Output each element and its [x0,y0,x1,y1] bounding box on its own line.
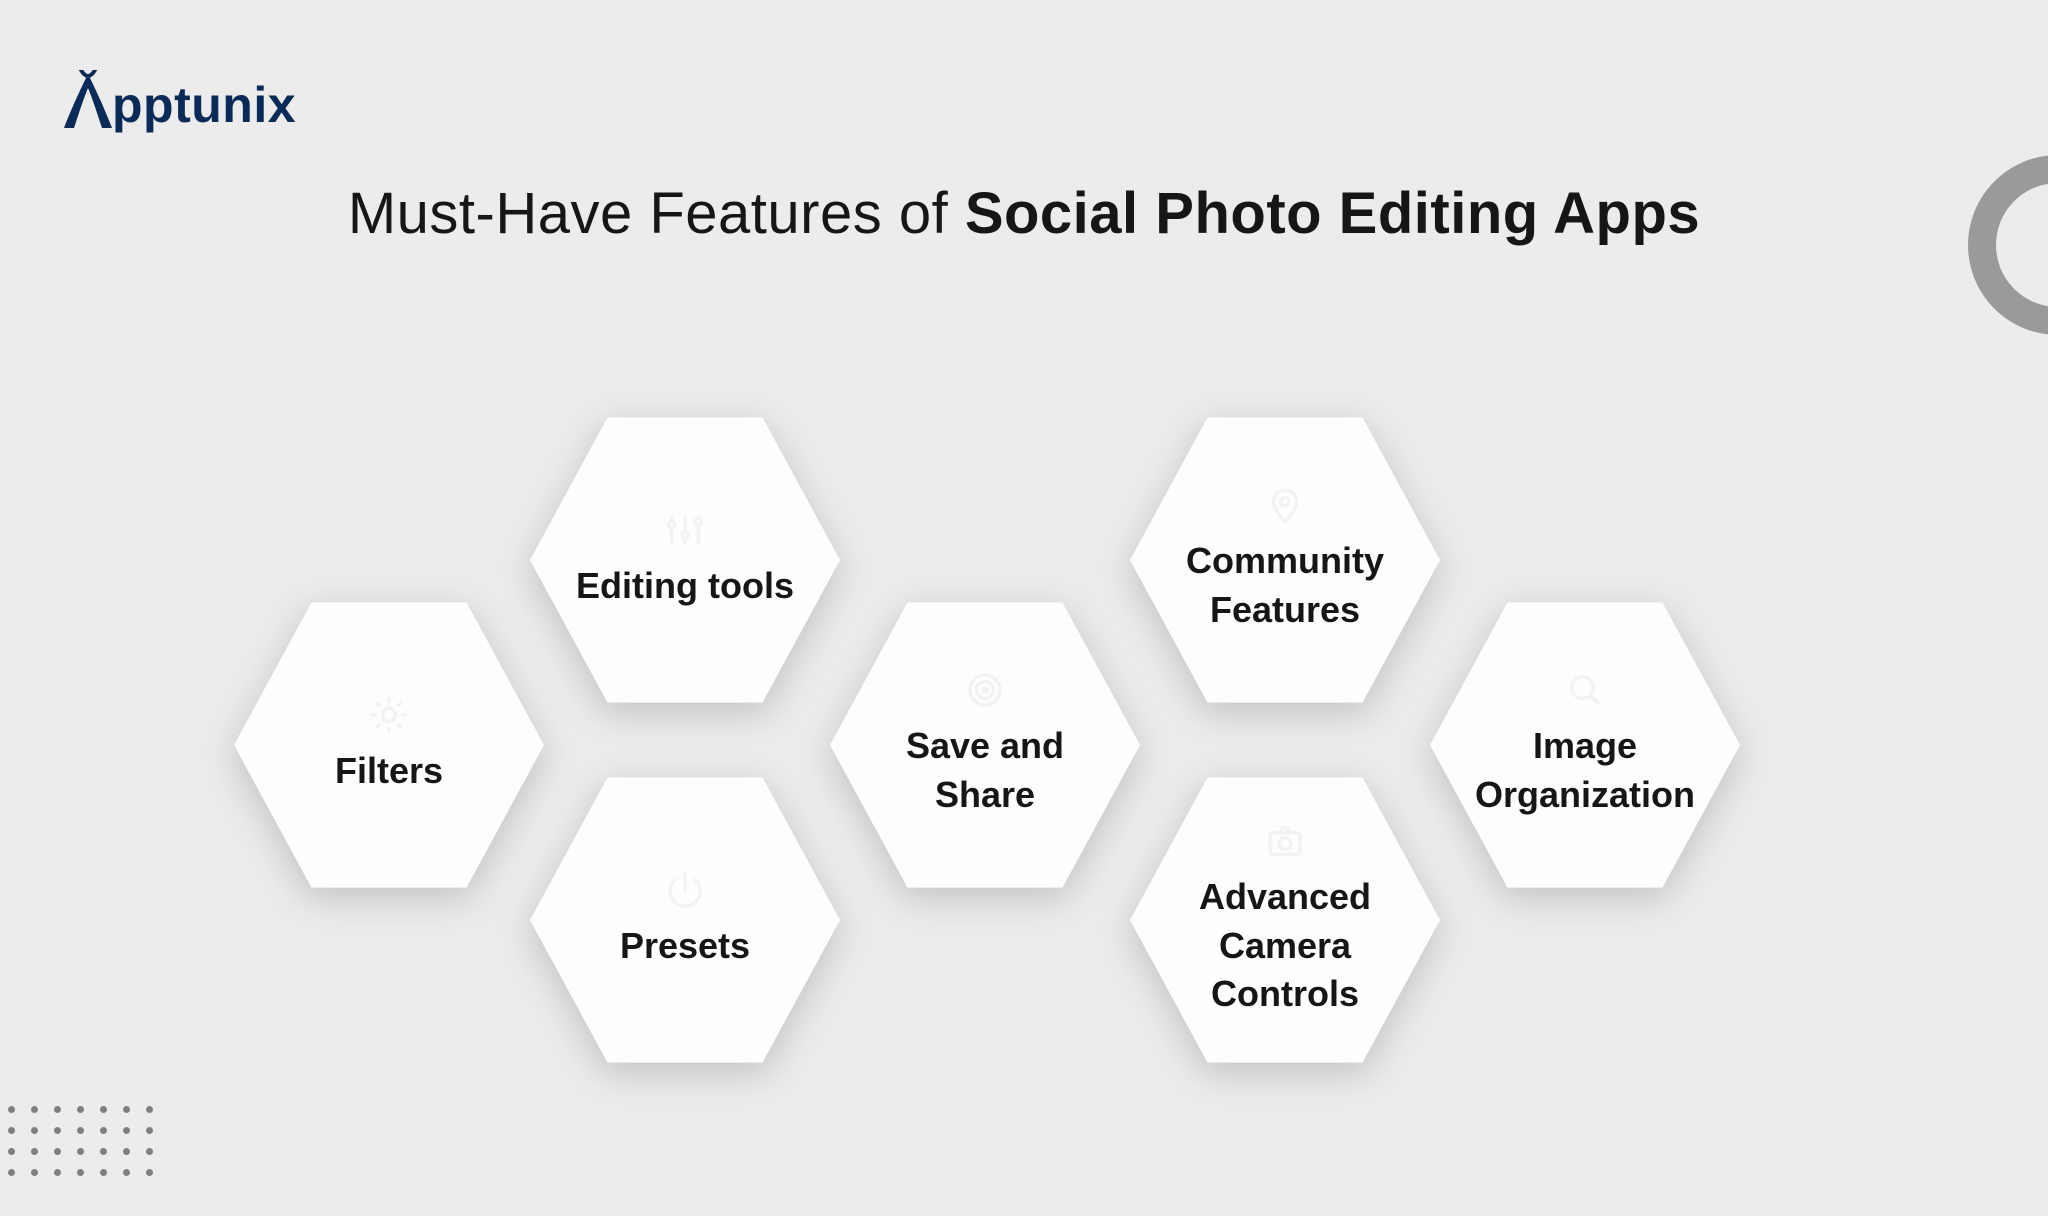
feature-label: Save and Share [864,722,1106,819]
feature-hex-filters: Filters [234,590,544,900]
pin-icon [1265,485,1305,525]
feature-label: Filters [335,747,443,796]
feature-hex-presets: Presets [530,765,840,1075]
sliders-icon [665,510,705,550]
feature-label: Advanced Camera Controls [1164,873,1406,1019]
sun-icon [369,695,409,735]
feature-hex-editing-tools: Editing tools [530,405,840,715]
feature-label: Community Features [1164,537,1406,634]
feature-label: Editing tools [576,562,794,611]
search-icon [1565,670,1605,710]
feature-hex-community: Community Features [1130,405,1440,715]
feature-hex-advanced-camera: Advanced Camera Controls [1130,765,1440,1075]
feature-hex-grid: Filters Editing tools Presets [0,0,2048,1216]
feature-hex-image-organization: Image Organization [1430,590,1740,900]
target-icon [965,670,1005,710]
camera-icon [1265,821,1305,861]
feature-label: Presets [620,922,750,971]
feature-label: Image Organization [1464,722,1706,819]
feature-hex-save-share: Save and Share [830,590,1140,900]
power-icon [665,870,705,910]
